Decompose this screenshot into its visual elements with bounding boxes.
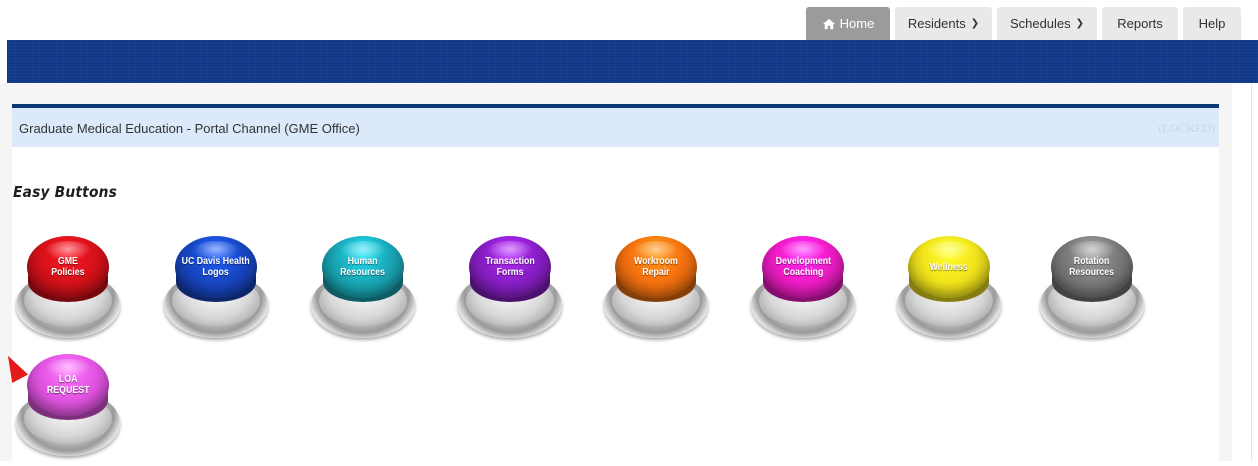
- button-label: Wellness: [929, 261, 968, 273]
- tab-schedules-label: Schedules: [1009, 16, 1071, 31]
- tab-home-label: Home: [839, 16, 875, 31]
- wellness-button[interactable]: Wellness: [893, 228, 1005, 348]
- gme-policies-button[interactable]: GME Policies: [12, 228, 124, 348]
- tab-help-label: Help: [1198, 16, 1226, 31]
- button-label: Human Resources: [340, 256, 386, 278]
- home-icon: [822, 18, 835, 29]
- button-label: UC Davis Health Logos: [182, 256, 250, 278]
- button-dome: LOA REQUEST: [27, 354, 109, 416]
- easy-buttons-heading: Easy Buttons: [13, 183, 118, 201]
- chevron-right-icon: ❯: [970, 18, 980, 29]
- button-dome: Rotation Resources: [1051, 236, 1133, 298]
- button-label: Development Coaching: [775, 256, 831, 278]
- button-label: Transaction Forms: [485, 256, 535, 278]
- button-label: Rotation Resources: [1069, 256, 1115, 278]
- button-dome: UC Davis Health Logos: [175, 236, 257, 298]
- channel-header: Graduate Medical Education - Portal Chan…: [12, 104, 1219, 147]
- transaction-forms-button[interactable]: Transaction Forms: [454, 228, 566, 348]
- button-label: LOA REQUEST: [46, 374, 90, 396]
- workroom-repair-button[interactable]: Workroom Repair: [600, 228, 712, 348]
- loa-request-button[interactable]: LOA REQUEST: [12, 346, 124, 466]
- development-coaching-button[interactable]: Development Coaching: [747, 228, 859, 348]
- scrollbar[interactable]: [1251, 83, 1258, 461]
- header-banner: [7, 40, 1258, 83]
- channel-title: Graduate Medical Education - Portal Chan…: [19, 121, 360, 136]
- rotation-resources-button[interactable]: Rotation Resources: [1036, 228, 1148, 348]
- tab-reports-label: Reports: [1117, 16, 1163, 31]
- button-dome: Transaction Forms: [469, 236, 551, 298]
- chevron-right-icon: ❯: [1075, 18, 1085, 29]
- button-dome: Human Resources: [322, 236, 404, 298]
- channel-locked-status: (LOCKED): [1158, 121, 1215, 135]
- top-nav-tabs: Home Residents ❯ Schedules ❯ Reports Hel…: [806, 7, 1241, 40]
- button-dome: Wellness: [908, 236, 990, 298]
- button-dome: GME Policies: [27, 236, 109, 298]
- button-dome: Development Coaching: [762, 236, 844, 298]
- button-dome: Workroom Repair: [615, 236, 697, 298]
- uc-davis-health-logos-button[interactable]: UC Davis Health Logos: [160, 228, 272, 348]
- tab-residents[interactable]: Residents ❯: [895, 7, 992, 40]
- button-label: Workroom Repair: [634, 256, 678, 278]
- button-label: GME Policies: [51, 256, 85, 278]
- tab-home[interactable]: Home: [806, 7, 890, 40]
- tab-help[interactable]: Help: [1183, 7, 1241, 40]
- tab-reports[interactable]: Reports: [1102, 7, 1178, 40]
- tab-schedules[interactable]: Schedules ❯: [997, 7, 1097, 40]
- tab-residents-label: Residents: [907, 16, 966, 31]
- human-resources-button[interactable]: Human Resources: [307, 228, 419, 348]
